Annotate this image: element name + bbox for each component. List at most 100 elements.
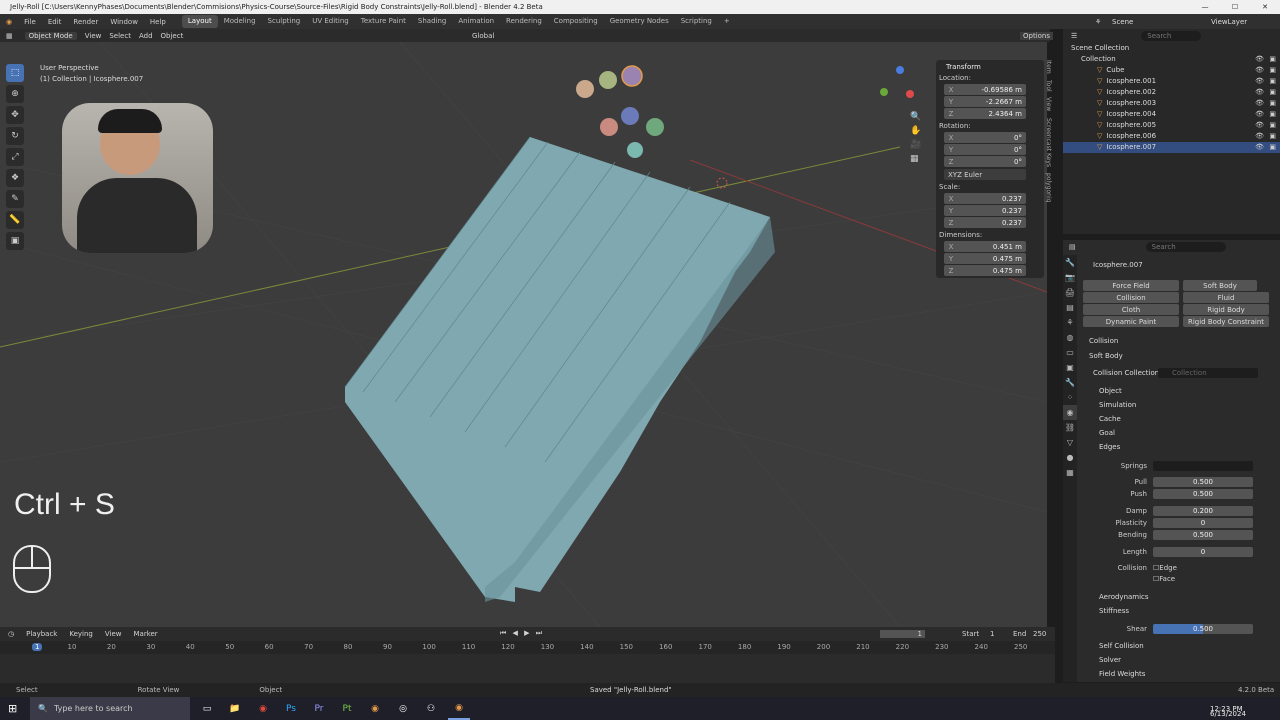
end-value[interactable]: 250 <box>1033 630 1046 638</box>
camera-icon[interactable]: ▣ <box>1269 87 1276 98</box>
outliner-type-icon[interactable]: ☰ <box>1071 32 1077 40</box>
dimensions-x-field[interactable]: X 0.451 m <box>944 241 1026 252</box>
cursor-tool-icon[interactable]: ⊕ <box>6 85 24 103</box>
file-explorer-icon[interactable]: 📁 <box>224 697 246 720</box>
blender-logo-icon[interactable]: ◉ <box>0 18 18 26</box>
tab-uv-editing[interactable]: UV Editing <box>306 15 355 28</box>
object-subpanel[interactable]: Object <box>1099 387 1122 395</box>
icospheres[interactable] <box>576 65 664 158</box>
camera-icon[interactable]: ▣ <box>1269 65 1276 76</box>
tab-geometry-nodes[interactable]: Geometry Nodes <box>604 15 675 28</box>
self-collision-subpanel[interactable]: Self Collision <box>1099 642 1144 650</box>
camera-icon[interactable]: ▣ <box>1269 142 1276 153</box>
move-tool-icon[interactable]: ✥ <box>6 106 24 124</box>
collection-tab-icon[interactable]: ▭ <box>1063 345 1077 360</box>
camera-icon[interactable]: ▣ <box>1269 120 1276 131</box>
eye-icon[interactable]: 👁 <box>1255 109 1264 120</box>
tab-shading[interactable]: Shading <box>412 15 452 28</box>
location-x-field[interactable]: X -0.69586 m <box>944 84 1026 95</box>
eye-icon[interactable]: 👁 <box>1255 76 1264 87</box>
premiere-icon[interactable]: Pr <box>308 697 330 720</box>
add-workspace-button[interactable]: + <box>718 15 736 28</box>
camera-icon[interactable]: ▣ <box>1269 109 1276 120</box>
rigid-body-button[interactable]: Rigid Body <box>1183 304 1269 315</box>
dynamic-paint-button[interactable]: Dynamic Paint <box>1083 316 1179 327</box>
rotation-z-field[interactable]: Z 0° <box>944 156 1026 167</box>
menu-render[interactable]: Render <box>67 18 104 26</box>
pull-field[interactable]: Pull 0.500 <box>1063 477 1253 487</box>
playback-controls[interactable]: ⏮ ◀ ▶ ⏭ <box>500 629 544 638</box>
select-box-tool-icon[interactable]: ⬚ <box>6 64 24 82</box>
menu-file[interactable]: File <box>18 18 42 26</box>
pull-value[interactable]: 0.500 <box>1153 477 1253 487</box>
bending-field[interactable]: Bending 0.500 <box>1063 530 1253 540</box>
shear-field[interactable]: Shear 0.500 <box>1063 624 1253 634</box>
length-field[interactable]: Length 0 <box>1063 547 1253 557</box>
edges-subpanel[interactable]: Edges <box>1099 443 1120 451</box>
length-value[interactable]: 0 <box>1153 547 1253 557</box>
view-layer-tab-icon[interactable]: ▤ <box>1063 300 1077 315</box>
outliner-search-input[interactable]: Search <box>1141 31 1202 41</box>
modifier-tab-icon[interactable]: 🔧 <box>1063 375 1077 390</box>
menu-select[interactable]: Select <box>109 32 131 40</box>
transform-tool-icon[interactable]: ❖ <box>6 169 24 187</box>
timeline-type-icon[interactable]: ◷ <box>8 630 14 638</box>
force-field-button[interactable]: Force Field <box>1083 280 1179 291</box>
tab-rendering[interactable]: Rendering <box>500 15 548 28</box>
camera-icon[interactable]: ▣ <box>1269 98 1276 109</box>
shear-value[interactable]: 0.500 <box>1153 624 1253 634</box>
eye-icon[interactable]: 👁 <box>1255 98 1264 109</box>
scale-z-field[interactable]: Z 0.237 <box>944 217 1026 228</box>
windows-start-icon[interactable]: ⊞ <box>8 702 17 715</box>
rotation-x-field[interactable]: X 0° <box>944 132 1026 143</box>
dimensions-y-field[interactable]: Y 0.475 m <box>944 253 1026 264</box>
scene-collection-row[interactable]: Scene Collection <box>1063 43 1280 54</box>
dimensions-z-field[interactable]: Z 0.475 m <box>944 265 1026 276</box>
rigid-body-constraint-button[interactable]: Rigid Body Constraint <box>1183 316 1269 327</box>
springs-field[interactable]: Springs <box>1063 461 1253 471</box>
outliner-item-icosphere-007[interactable]: ▽ Icosphere.007 👁 ▣ <box>1063 142 1280 153</box>
eye-icon[interactable]: 👁 <box>1255 131 1264 142</box>
mode-dropdown[interactable]: Object Mode <box>24 31 77 40</box>
tab-modeling[interactable]: Modeling <box>218 15 262 28</box>
cloth-button[interactable]: Cloth <box>1083 304 1179 315</box>
tab-scripting[interactable]: Scripting <box>675 15 718 28</box>
editor-type-icon[interactable]: ▦ <box>6 32 13 40</box>
menu-marker[interactable]: Marker <box>133 630 157 638</box>
world-tab-icon[interactable]: ◍ <box>1063 330 1077 345</box>
push-field[interactable]: Push 0.500 <box>1063 489 1253 499</box>
tab-tool[interactable]: Tool <box>1045 80 1052 92</box>
physics-tab-icon[interactable]: ◉ <box>1063 405 1077 420</box>
damp-field[interactable]: Damp 0.200 <box>1063 506 1253 516</box>
eye-icon[interactable]: 👁 <box>1255 54 1264 65</box>
substance-icon[interactable]: Pt <box>336 697 358 720</box>
current-frame-field[interactable]: 1 <box>880 629 925 638</box>
object-tab-icon[interactable]: ▣ <box>1063 360 1077 375</box>
collision-button[interactable]: Collision <box>1083 292 1179 303</box>
scene-icon[interactable]: ⚘ <box>1095 18 1101 26</box>
timeline-ruler[interactable]: 1 10 20 30 40 50 60 70 80 90 100 110 120 130 140 150 160… <box>0 641 1055 654</box>
blender-taskbar-icon[interactable]: ◉ <box>364 697 386 720</box>
menu-add[interactable]: Add <box>139 32 153 40</box>
options-button[interactable]: Options <box>1020 31 1054 40</box>
transform-orientation-dropdown[interactable]: Global <box>472 32 494 40</box>
camera-icon[interactable]: ▣ <box>1269 76 1276 87</box>
tab-item[interactable]: Item <box>1045 60 1052 74</box>
output-tab-icon[interactable]: 🖨 <box>1063 285 1077 300</box>
collection-row[interactable]: Collection 👁 ▣ <box>1063 54 1280 65</box>
app-icon[interactable]: ⚇ <box>420 697 442 720</box>
pan-hand-icon[interactable]: ✋ <box>910 126 921 136</box>
obs-icon[interactable]: ◎ <box>392 697 414 720</box>
collision-collection-field[interactable]: Collection <box>1158 368 1258 378</box>
collision-panel[interactable]: Collision <box>1089 337 1118 345</box>
menu-timeline-view[interactable]: View <box>105 630 122 638</box>
simulation-subpanel[interactable]: Simulation <box>1099 401 1136 409</box>
properties-search-input[interactable]: Search <box>1145 242 1226 252</box>
damp-value[interactable]: 0.200 <box>1153 506 1253 516</box>
location-y-field[interactable]: Y -2.2667 m <box>944 96 1026 107</box>
camera-view-icon[interactable]: 🎥 <box>910 140 921 150</box>
menu-edit[interactable]: Edit <box>42 18 68 26</box>
tab-compositing[interactable]: Compositing <box>548 15 604 28</box>
goal-subpanel[interactable]: Goal <box>1099 429 1115 437</box>
fluid-button[interactable]: Fluid <box>1183 292 1269 303</box>
